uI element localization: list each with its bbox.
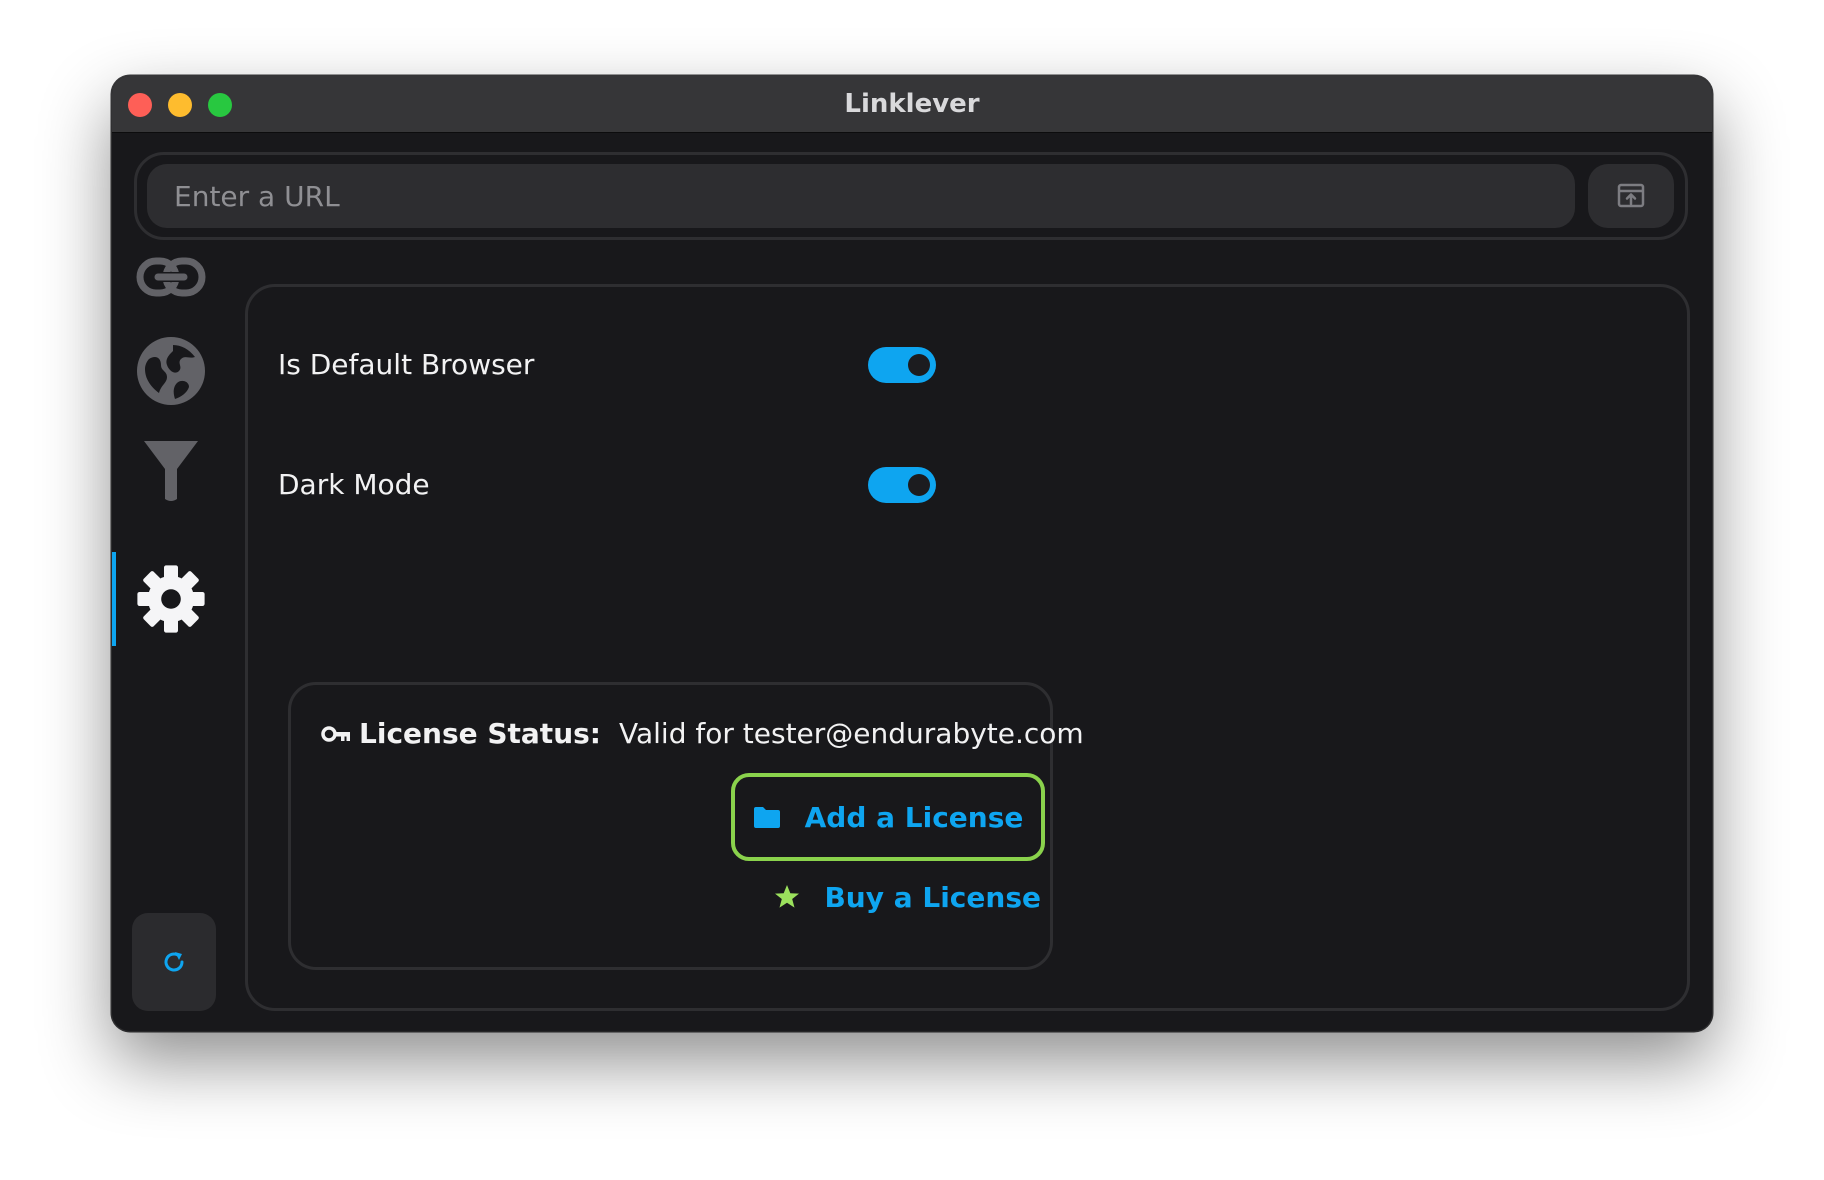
open-url-button[interactable]	[1588, 164, 1674, 228]
folder-icon	[753, 805, 781, 829]
add-license-label: Add a License	[804, 800, 1024, 834]
key-icon	[321, 725, 350, 742]
default-browser-label: Is Default Browser	[278, 348, 535, 381]
refresh-icon	[164, 952, 184, 972]
toggle-knob	[908, 474, 930, 496]
toggle-knob	[908, 354, 930, 376]
sidebar-item-web[interactable]	[112, 326, 230, 416]
filter-icon	[144, 441, 198, 501]
sidebar-item-settings[interactable]	[112, 552, 230, 646]
open-in-browser-icon	[1617, 183, 1645, 208]
app-window: Linklever Enter a URL Is Default Browser…	[112, 76, 1712, 1031]
license-status-label: License Status:	[359, 717, 601, 750]
window-title: Linklever	[844, 89, 980, 119]
sidebar-item-links[interactable]	[112, 236, 230, 318]
buy-license-button[interactable]: Buy a License	[771, 875, 1041, 919]
buy-license-label: Buy a License	[824, 880, 1041, 914]
dark-mode-label: Dark Mode	[278, 468, 430, 501]
globe-icon	[137, 337, 205, 405]
star-icon	[774, 884, 800, 910]
link-icon	[136, 257, 206, 297]
license-card: License Status: Valid for tester@endurab…	[288, 682, 1084, 970]
add-license-button[interactable]: Add a License	[731, 773, 1045, 861]
license-status-row: License Status: Valid for tester@endurab…	[321, 717, 1084, 750]
dark-mode-toggle[interactable]	[868, 467, 936, 503]
url-bar	[134, 152, 1688, 240]
sidebar-item-filters[interactable]	[112, 426, 230, 516]
title-bar: Linklever	[112, 76, 1712, 133]
default-browser-toggle[interactable]	[868, 347, 936, 383]
refresh-button[interactable]	[132, 913, 216, 1011]
settings-panel: Is Default Browser Dark Mode License Sta…	[245, 284, 1690, 1011]
license-status-value: Valid for tester@endurabyte.com	[619, 717, 1084, 750]
url-input[interactable]	[147, 164, 1575, 228]
gear-icon	[137, 565, 205, 633]
